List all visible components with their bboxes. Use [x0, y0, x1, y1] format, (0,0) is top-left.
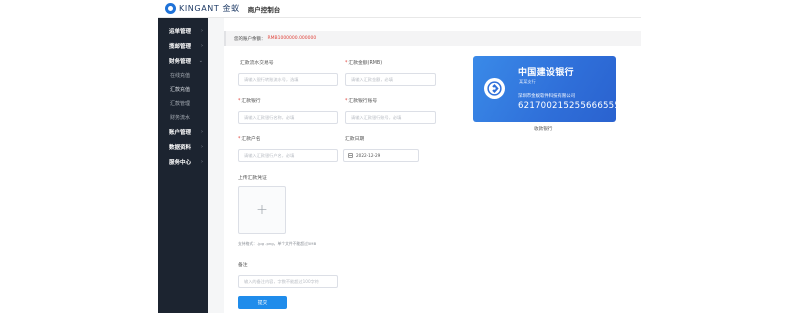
balance-label: 您的账户余额：: [234, 36, 266, 42]
sidebar-item-account[interactable]: 账户管理 ›: [158, 124, 208, 139]
upload-dropzone[interactable]: +: [238, 186, 286, 234]
sidebar-item-service[interactable]: 服务中心 ›: [158, 154, 208, 169]
upload-hint: 支持格式：.jpg .png，单个文件不能超过5MB: [238, 241, 317, 246]
remark-input[interactable]: 输入的备注内容，字数不能超过100字符: [238, 275, 338, 288]
holder-label: *汇款户名: [238, 137, 261, 142]
sidebar-subitem-remittance-recharge[interactable]: 汇款充值: [158, 82, 208, 96]
sidebar-item-label: 账户管理: [169, 129, 192, 136]
sidebar-item-pickup[interactable]: 揽邮管理 ›: [158, 38, 208, 53]
logo-text: KINGANT 金蚁: [179, 4, 240, 13]
serial-input[interactable]: 请输入银行转账流水号，选填: [238, 73, 338, 86]
calendar-icon: [348, 153, 353, 158]
sidebar-subitem-financial-flow[interactable]: 财务流水: [158, 110, 208, 124]
chevron-right-icon: ›: [201, 143, 203, 150]
sidebar-subitem-online-recharge[interactable]: 在线充值: [158, 68, 208, 82]
sidebar-subitem-remittance-management[interactable]: 汇款管理: [158, 96, 208, 110]
kingant-logo-icon: [165, 3, 176, 14]
chevron-right-icon: ›: [201, 158, 203, 165]
brand-logo[interactable]: KINGANT 金蚁: [165, 3, 240, 14]
sidebar-item-label: 数据资料: [169, 144, 192, 151]
sidebar-item-finance[interactable]: 财务管理 ⌄: [158, 53, 208, 68]
ccb-bank-logo-icon: [484, 78, 505, 99]
bank-name: 中国建设银行: [518, 68, 574, 78]
bank-account-number: 6217002152556665555: [518, 101, 616, 111]
bank-card-caption: 收款银行: [534, 127, 553, 132]
holder-input[interactable]: 请输入汇款银行户名，必填: [238, 149, 338, 162]
chevron-down-icon: ⌄: [198, 57, 203, 64]
amount-input[interactable]: 请输入汇款金额，必填: [345, 73, 436, 86]
bank-input[interactable]: 请输入汇款银行名称，必填: [238, 111, 338, 124]
sidebar-item-label: 财务管理: [169, 58, 192, 65]
date-value: 2022-12-29: [356, 153, 381, 158]
sidebar: 运单管理 › 揽邮管理 › 财务管理 ⌄ 在线充值 汇款充值 汇款管理 财务流水…: [158, 18, 208, 313]
date-label: 汇款日期: [345, 137, 365, 142]
balance-bar: 您的账户余额： RMB1000000.000000: [224, 31, 641, 46]
remark-label: 备注: [238, 263, 248, 268]
app-root: KINGANT 金蚁 商户控制台 运单管理 › 揽邮管理 › 财务管理 ⌄ 在线…: [0, 0, 800, 313]
serial-label: 汇款流水交易号: [240, 61, 274, 66]
account-input[interactable]: 请输入汇款银行账号，必填: [345, 111, 436, 124]
account-label: *汇款银行账号: [345, 99, 378, 104]
chevron-right-icon: ›: [201, 27, 203, 34]
sidebar-item-waybill[interactable]: 运单管理 ›: [158, 23, 208, 38]
bank-branch: 某某支行: [519, 79, 536, 84]
date-picker[interactable]: 2022-12-29: [343, 149, 419, 162]
balance-amount: RMB1000000.000000: [267, 36, 317, 41]
bank-card: 中国建设银行 某某支行 深圳市金蚁软件科技有限公司 62170021525566…: [473, 56, 616, 122]
bank-label: *汇款银行: [238, 99, 261, 104]
chevron-right-icon: ›: [201, 42, 203, 49]
sidebar-item-label: 揽邮管理: [169, 43, 192, 50]
plus-icon: +: [256, 202, 268, 218]
amount-label: *汇款金额(RMB): [345, 61, 383, 66]
content-gutter: [208, 18, 224, 313]
submit-button[interactable]: 提交: [238, 296, 287, 309]
app-title: 商户控制台: [247, 5, 281, 14]
sidebar-item-label: 运单管理: [169, 28, 192, 35]
sidebar-item-label: 服务中心: [169, 159, 192, 166]
chevron-right-icon: ›: [201, 128, 203, 135]
bank-account-holder: 深圳市金蚁软件科技有限公司: [518, 94, 576, 99]
top-header: KINGANT 金蚁 商户控制台: [158, 0, 641, 18]
upload-label: 上传汇款凭证: [238, 176, 267, 181]
sidebar-item-data[interactable]: 数据资料 ›: [158, 139, 208, 154]
